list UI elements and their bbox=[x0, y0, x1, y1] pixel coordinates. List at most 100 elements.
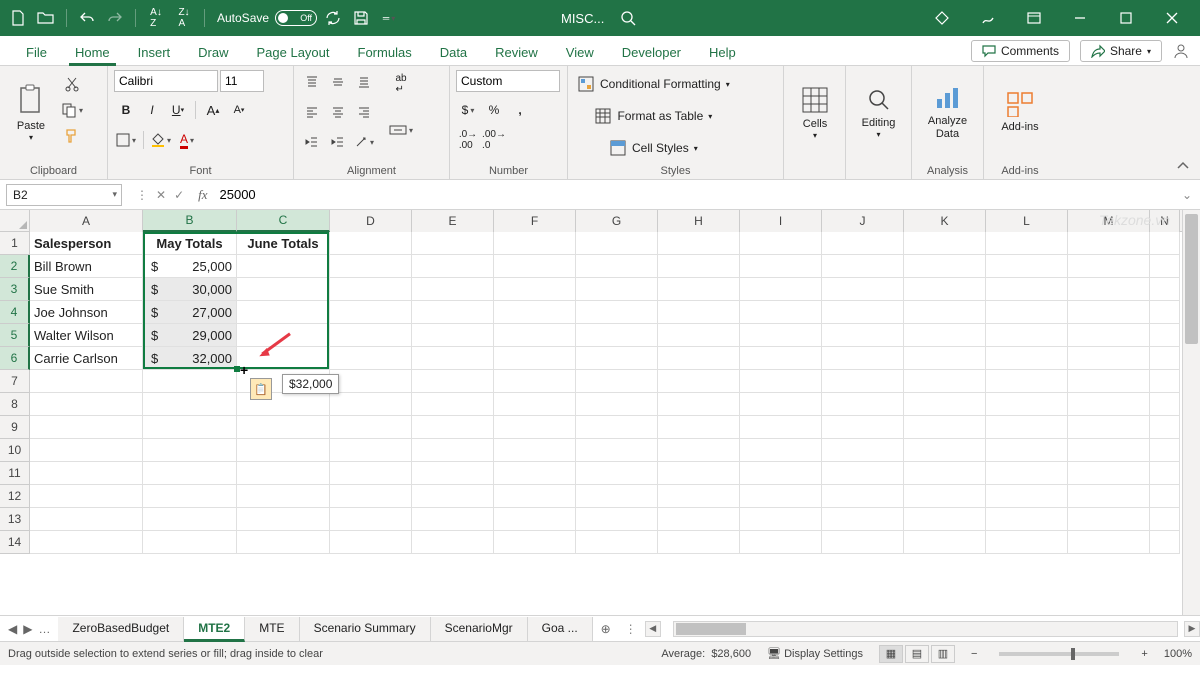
cell[interactable] bbox=[1150, 255, 1180, 278]
cell[interactable] bbox=[822, 531, 904, 554]
cell[interactable] bbox=[576, 347, 658, 370]
cell[interactable] bbox=[576, 324, 658, 347]
tab-data[interactable]: Data bbox=[426, 40, 481, 65]
cell[interactable] bbox=[330, 531, 412, 554]
refresh-icon[interactable] bbox=[321, 6, 345, 30]
cell[interactable] bbox=[904, 531, 986, 554]
column-header[interactable]: J bbox=[822, 210, 904, 232]
cell[interactable]: $32,000 bbox=[143, 347, 237, 370]
cell[interactable] bbox=[494, 347, 576, 370]
cell[interactable] bbox=[412, 301, 494, 324]
sort-asc-icon[interactable]: A↓Z bbox=[144, 6, 168, 30]
open-file-icon[interactable] bbox=[34, 6, 58, 30]
share-button[interactable]: Share ▾ bbox=[1080, 40, 1162, 62]
cell[interactable] bbox=[494, 416, 576, 439]
sheet-tab[interactable]: MTE bbox=[245, 617, 299, 641]
tab-file[interactable]: File bbox=[12, 40, 61, 65]
cell[interactable] bbox=[822, 462, 904, 485]
cell[interactable] bbox=[822, 232, 904, 255]
close-button[interactable] bbox=[1150, 4, 1194, 32]
cell[interactable] bbox=[904, 462, 986, 485]
font-size-input[interactable] bbox=[220, 70, 264, 92]
cell[interactable] bbox=[237, 347, 330, 370]
cell[interactable] bbox=[143, 462, 237, 485]
cell[interactable]: Walter Wilson bbox=[30, 324, 143, 347]
cell[interactable] bbox=[986, 232, 1068, 255]
cell[interactable] bbox=[143, 393, 237, 416]
align-center-icon[interactable] bbox=[326, 100, 350, 124]
cell[interactable] bbox=[30, 416, 143, 439]
fill-color-icon[interactable] bbox=[149, 128, 173, 152]
cell[interactable]: $29,000 bbox=[143, 324, 237, 347]
tab-formulas[interactable]: Formulas bbox=[344, 40, 426, 65]
cell[interactable] bbox=[904, 485, 986, 508]
align-right-icon[interactable] bbox=[352, 100, 376, 124]
cell[interactable] bbox=[1068, 485, 1150, 508]
cell[interactable] bbox=[822, 370, 904, 393]
undo-icon[interactable] bbox=[75, 6, 99, 30]
cell[interactable] bbox=[658, 278, 740, 301]
cell[interactable] bbox=[822, 278, 904, 301]
cell[interactable] bbox=[576, 393, 658, 416]
cell[interactable] bbox=[576, 416, 658, 439]
tab-help[interactable]: Help bbox=[695, 40, 750, 65]
cell[interactable]: $25,000 bbox=[143, 255, 237, 278]
cell[interactable] bbox=[658, 531, 740, 554]
cell[interactable] bbox=[1150, 485, 1180, 508]
cell[interactable] bbox=[658, 232, 740, 255]
column-header[interactable]: E bbox=[412, 210, 494, 232]
row-header[interactable]: 3 bbox=[0, 278, 30, 301]
row-header[interactable]: 5 bbox=[0, 324, 30, 347]
cell[interactable] bbox=[740, 531, 822, 554]
autofill-options-icon[interactable]: 📋 bbox=[250, 378, 272, 400]
cell[interactable] bbox=[822, 439, 904, 462]
cell[interactable] bbox=[1150, 439, 1180, 462]
cell[interactable] bbox=[1150, 232, 1180, 255]
horizontal-scrollbar[interactable] bbox=[673, 621, 1178, 637]
cell[interactable] bbox=[576, 232, 658, 255]
cell[interactable] bbox=[30, 462, 143, 485]
conditional-formatting-button[interactable]: Conditional Formatting▾ bbox=[574, 72, 734, 96]
sheet-tab[interactable]: MTE2 bbox=[184, 617, 245, 642]
sort-desc-icon[interactable]: Z↓A bbox=[172, 6, 196, 30]
cell[interactable] bbox=[986, 485, 1068, 508]
cell[interactable] bbox=[740, 508, 822, 531]
tab-home[interactable]: Home bbox=[61, 40, 124, 65]
cell[interactable] bbox=[986, 393, 1068, 416]
add-sheet-button[interactable]: ⊕ bbox=[593, 622, 619, 636]
cell[interactable] bbox=[986, 278, 1068, 301]
cell[interactable] bbox=[986, 416, 1068, 439]
cell[interactable] bbox=[1150, 370, 1180, 393]
cell[interactable] bbox=[412, 324, 494, 347]
comments-button[interactable]: Comments bbox=[971, 40, 1070, 62]
sheet-tab[interactable]: Scenario Summary bbox=[300, 617, 431, 641]
view-page-layout-icon[interactable]: ▤ bbox=[905, 645, 929, 663]
cell[interactable] bbox=[576, 370, 658, 393]
cell[interactable] bbox=[1150, 508, 1180, 531]
cell[interactable] bbox=[494, 531, 576, 554]
cell[interactable] bbox=[1068, 416, 1150, 439]
select-all-button[interactable] bbox=[0, 210, 30, 232]
cell[interactable] bbox=[412, 370, 494, 393]
zoom-out-button[interactable]: − bbox=[971, 648, 977, 660]
cell[interactable] bbox=[904, 508, 986, 531]
hscroll-left-icon[interactable]: ◀ bbox=[645, 621, 661, 637]
cell[interactable] bbox=[412, 347, 494, 370]
cell[interactable] bbox=[986, 531, 1068, 554]
cell[interactable] bbox=[986, 462, 1068, 485]
cell[interactable] bbox=[494, 393, 576, 416]
cell[interactable] bbox=[986, 255, 1068, 278]
cell[interactable] bbox=[986, 347, 1068, 370]
column-header[interactable]: A bbox=[30, 210, 143, 232]
cell[interactable] bbox=[1068, 255, 1150, 278]
vertical-scrollbar[interactable] bbox=[1182, 210, 1200, 615]
increase-font-icon[interactable]: A▴ bbox=[201, 98, 225, 122]
column-header[interactable]: H bbox=[658, 210, 740, 232]
qat-customize-icon[interactable]: ═ bbox=[377, 6, 401, 30]
cell[interactable] bbox=[1068, 232, 1150, 255]
cell[interactable] bbox=[237, 324, 330, 347]
cell[interactable] bbox=[1150, 393, 1180, 416]
cell[interactable] bbox=[494, 370, 576, 393]
tab-draw[interactable]: Draw bbox=[184, 40, 242, 65]
accounting-format-icon[interactable]: $ bbox=[456, 98, 480, 122]
